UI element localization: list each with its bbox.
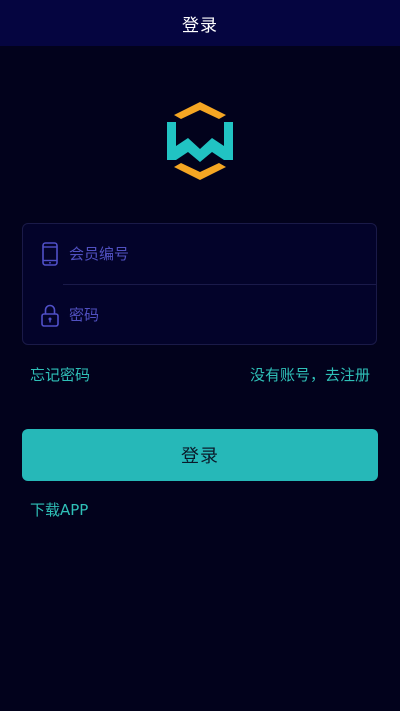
login-button[interactable]: 登录 (22, 429, 378, 481)
phone-icon (42, 242, 58, 266)
lock-icon (41, 304, 59, 327)
password-input[interactable] (69, 300, 359, 330)
member-id-input[interactable] (69, 239, 359, 269)
page-title: 登录 (182, 15, 218, 36)
download-app-link[interactable]: 下载APP (30, 499, 88, 520)
register-link[interactable]: 没有账号，去注册 (250, 364, 370, 385)
password-row (23, 285, 376, 345)
app-logo (167, 102, 233, 180)
member-id-row (23, 224, 376, 284)
login-form (22, 223, 377, 345)
forgot-password-link[interactable]: 忘记密码 (30, 364, 90, 385)
top-bar: 登录 (0, 0, 400, 46)
